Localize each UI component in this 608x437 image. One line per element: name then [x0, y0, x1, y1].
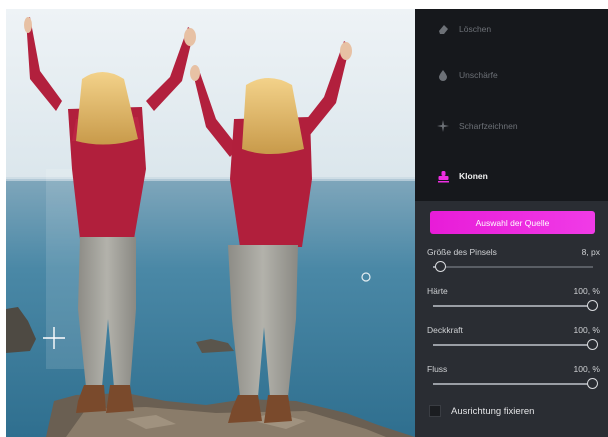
- align-fixed-option[interactable]: Ausrichtung fixieren: [429, 405, 534, 417]
- param-value: 8, px: [581, 247, 600, 257]
- opacity-param: Deckkraft 100, %: [427, 325, 600, 359]
- stamp-icon: [436, 169, 450, 183]
- tool-label: Klonen: [459, 171, 488, 181]
- tool-clone[interactable]: Klonen: [415, 156, 608, 196]
- param-label: Fluss: [427, 364, 448, 374]
- align-fixed-label: Ausrichtung fixieren: [451, 405, 535, 417]
- tool-label: Scharfzeichnen: [459, 121, 518, 131]
- flow-slider[interactable]: [433, 378, 598, 389]
- slider-thumb[interactable]: [587, 378, 598, 389]
- flow-param: Fluss 100, %: [427, 364, 600, 398]
- param-value: 100, %: [573, 325, 600, 335]
- photo: [6, 9, 415, 437]
- tool-label: Unschärfe: [459, 70, 498, 80]
- hardness-param: Härte 100, %: [427, 286, 600, 320]
- tool-list: Löschen Unschärfe Scharfzeichnen Klonen: [415, 9, 608, 201]
- param-value: 100, %: [573, 286, 600, 296]
- param-value: 100, %: [573, 364, 600, 374]
- slider-thumb[interactable]: [587, 339, 598, 350]
- sparkle-icon: [436, 119, 450, 133]
- brush-size-param: Größe des Pinsels 8, px: [427, 247, 600, 281]
- eraser-icon: [436, 22, 450, 36]
- tool-eraser[interactable]: Löschen: [415, 9, 608, 49]
- brush-size-slider[interactable]: [433, 261, 593, 272]
- clone-settings: Auswahl der Quelle Größe des Pinsels 8, …: [415, 201, 608, 437]
- slider-thumb[interactable]: [587, 300, 598, 311]
- tool-panel: Löschen Unschärfe Scharfzeichnen Klonen …: [415, 9, 608, 437]
- opacity-slider[interactable]: [433, 339, 598, 350]
- hardness-slider[interactable]: [433, 300, 598, 311]
- tool-sharpen[interactable]: Scharfzeichnen: [415, 106, 608, 146]
- align-fixed-checkbox[interactable]: [429, 405, 441, 417]
- param-label: Härte: [427, 286, 448, 296]
- tool-label: Löschen: [459, 24, 492, 34]
- tool-blur[interactable]: Unschärfe: [415, 55, 608, 95]
- select-source-button[interactable]: Auswahl der Quelle: [430, 211, 595, 234]
- image-canvas[interactable]: [6, 9, 415, 437]
- param-label: Deckkraft: [427, 325, 463, 335]
- param-label: Größe des Pinsels: [427, 247, 497, 257]
- drop-icon: [436, 68, 450, 82]
- slider-thumb[interactable]: [435, 261, 446, 272]
